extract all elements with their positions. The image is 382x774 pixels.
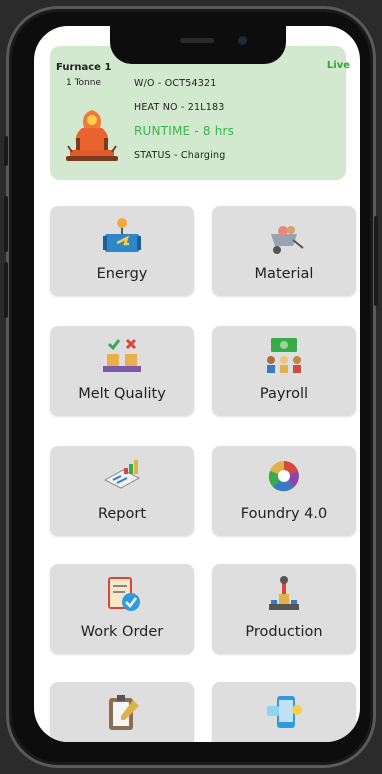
work-order-icon	[108, 577, 140, 611]
payroll-icon	[267, 338, 301, 373]
furnace-icon	[66, 110, 118, 161]
phone-frame: Furnace 1 1 Tonne Live W/O - OCT54321 HE…	[4, 6, 378, 768]
phone-notch	[110, 26, 286, 64]
tile-label: Material	[254, 266, 314, 282]
mobile-app-icon	[267, 696, 302, 728]
clipboard-icon	[109, 695, 139, 730]
tile-melt-quality[interactable]: Melt Quality	[50, 326, 194, 416]
tile-energy[interactable]: Energy	[50, 206, 194, 296]
furnace-capacity: 1 Tonne	[66, 78, 102, 88]
tile-mobile[interactable]	[212, 682, 356, 742]
tile-label: Report	[97, 506, 147, 522]
tile-work-order[interactable]: Work Order	[50, 564, 194, 654]
furnace-name: Furnace 1	[56, 62, 112, 73]
tile-label: Melt Quality	[78, 386, 166, 402]
robot-arm-icon	[269, 576, 299, 610]
tile-label: Energy	[96, 266, 148, 282]
tile-report[interactable]: Report	[50, 446, 194, 536]
tile-material[interactable]: Material	[212, 206, 356, 296]
work-order-number: W/O - OCT54321	[134, 78, 217, 89]
color-wheel-icon	[268, 461, 299, 492]
tile-foundry-4[interactable]: Foundry 4.0	[212, 446, 356, 536]
tile-label: Work Order	[80, 624, 164, 640]
tile-label: Payroll	[259, 386, 309, 402]
runtime-text: RUNTIME - 8 hrs	[134, 124, 235, 138]
tile-label: Foundry 4.0	[240, 506, 328, 522]
heat-number: HEAT NO - 21L183	[134, 102, 225, 113]
energy-icon	[103, 218, 141, 252]
status-text: STATUS - Charging	[134, 150, 226, 161]
tile-clipboard[interactable]	[50, 682, 194, 742]
tile-label: Production	[245, 624, 323, 640]
quality-check-icon	[103, 338, 141, 372]
app-screen: Furnace 1 1 Tonne Live W/O - OCT54321 HE…	[34, 26, 360, 742]
wheelbarrow-icon	[271, 226, 304, 254]
live-badge: Live	[326, 60, 350, 71]
report-icon	[103, 460, 141, 489]
tile-production[interactable]: Production	[212, 564, 356, 654]
tile-payroll[interactable]: Payroll	[212, 326, 356, 416]
